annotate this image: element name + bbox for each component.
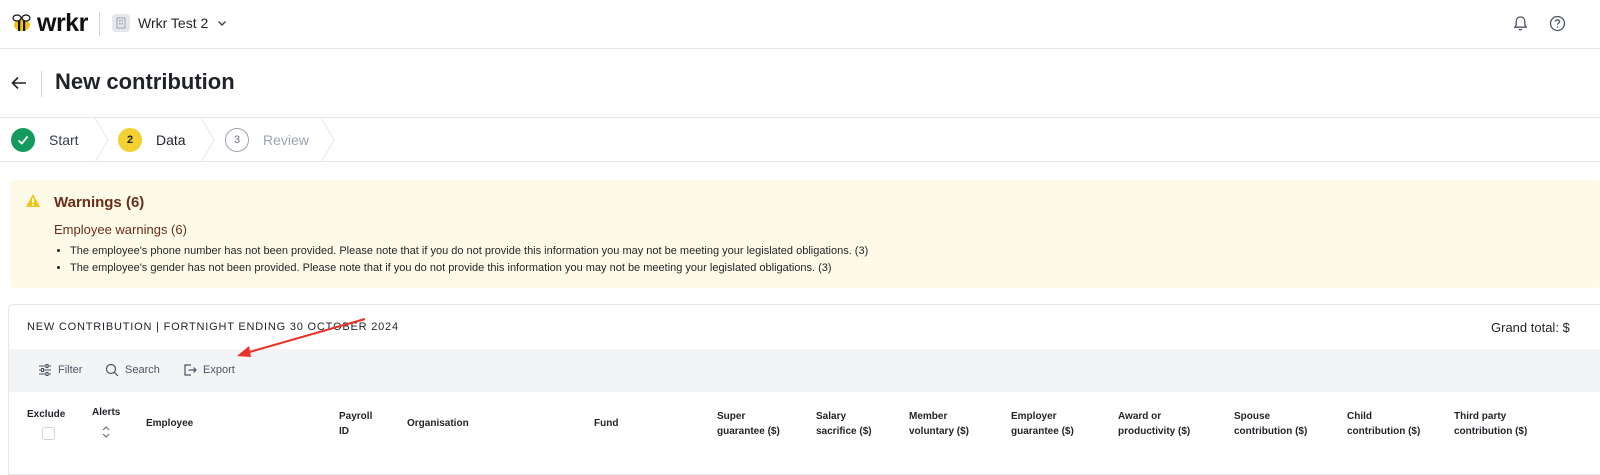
step-label: Start: [49, 132, 79, 148]
bell-icon[interactable]: [1512, 15, 1529, 32]
back-arrow-icon[interactable]: [10, 74, 28, 92]
header-line: Award or: [1118, 411, 1162, 422]
col-employer-guarantee[interactable]: Employer guarantee ($): [1011, 409, 1074, 439]
filter-button[interactable]: Filter: [38, 363, 82, 377]
page-header: New contribution: [0, 49, 1600, 118]
header-line: ID: [339, 426, 349, 437]
warning-item: The employee's gender has not been provi…: [70, 260, 868, 277]
step-label: Data: [156, 132, 186, 148]
header-line: Third party: [1454, 411, 1507, 422]
org-name: Wrkr Test 2: [138, 15, 209, 31]
col-child-contribution[interactable]: Child contribution ($): [1347, 409, 1420, 439]
step-separator: [200, 118, 215, 162]
org-switcher[interactable]: Wrkr Test 2: [112, 14, 228, 32]
divider: [99, 12, 100, 36]
step-start[interactable]: Start: [11, 118, 79, 162]
header-line: contribution ($): [1234, 426, 1308, 437]
col-organisation[interactable]: Organisation: [407, 416, 469, 431]
header-line: Payroll: [339, 411, 373, 422]
header-line: guarantee ($): [1011, 426, 1074, 437]
divider: [41, 71, 42, 97]
step-separator: [320, 118, 335, 162]
header-line: Member: [909, 411, 948, 422]
warnings-list: The employee's phone number has not been…: [70, 243, 868, 277]
contribution-card: NEW CONTRIBUTION | FORTNIGHT ENDING 30 O…: [8, 304, 1600, 475]
header-line: Spouse: [1234, 411, 1271, 422]
warnings-title: Warnings (6): [54, 194, 145, 211]
header-line: sacrifice ($): [816, 426, 872, 437]
header-line: Child: [1347, 411, 1372, 422]
col-member-voluntary[interactable]: Member voluntary ($): [909, 409, 969, 439]
search-button[interactable]: Search: [105, 363, 160, 377]
header-line: contribution ($): [1454, 426, 1528, 437]
header-line: Super: [717, 411, 746, 422]
page-title: New contribution: [55, 69, 235, 94]
step-review[interactable]: 3 Review: [225, 118, 309, 162]
bee-icon: [12, 14, 31, 31]
stepper: Start 2 Data 3 Review: [0, 118, 1600, 162]
col-alerts[interactable]: Alerts: [92, 405, 120, 420]
export-button[interactable]: Export: [183, 363, 235, 377]
header-line: productivity ($): [1118, 426, 1191, 437]
search-icon: [105, 363, 119, 377]
step-check-icon: [11, 128, 35, 152]
export-icon: [184, 364, 197, 376]
grand-total: Grand total: $: [1491, 320, 1570, 335]
header-line: voluntary ($): [909, 426, 970, 437]
table-toolbar: Filter Search Export: [9, 349, 1600, 392]
col-spouse-contribution[interactable]: Spouse contribution ($): [1234, 409, 1307, 439]
warnings-subtitle: Employee warnings (6): [54, 222, 187, 237]
col-award-productivity[interactable]: Award or productivity ($): [1118, 409, 1190, 439]
step-separator: [94, 118, 109, 162]
header-line: contribution ($): [1347, 426, 1421, 437]
col-salary-sacrifice[interactable]: Salary sacrifice ($): [816, 409, 872, 439]
help-icon[interactable]: [1549, 15, 1566, 32]
chevron-down-icon: [218, 21, 227, 26]
col-exclude[interactable]: Exclude: [27, 407, 65, 422]
export-label: Export: [203, 364, 235, 376]
col-fund[interactable]: Fund: [594, 416, 618, 431]
filter-label: Filter: [58, 364, 83, 376]
sort-icon[interactable]: [101, 424, 111, 440]
exclude-all-checkbox[interactable]: [42, 427, 55, 440]
logo-text: wrkr: [37, 9, 88, 37]
building-icon: [112, 14, 130, 32]
step-label: Review: [263, 132, 309, 148]
top-bar: wrkr Wrkr Test 2: [0, 0, 1600, 49]
col-third-party-contribution[interactable]: Third party contribution ($): [1454, 409, 1527, 439]
warning-item: The employee's phone number has not been…: [70, 243, 868, 260]
header-line: Salary: [816, 411, 847, 422]
filter-icon: [39, 364, 51, 376]
step-data[interactable]: 2 Data: [118, 118, 186, 162]
step-number: 3: [225, 128, 249, 152]
warning-icon: [26, 194, 40, 207]
step-number: 2: [118, 128, 142, 152]
col-super-guarantee[interactable]: Super guarantee ($): [717, 409, 780, 439]
header-line: guarantee ($): [717, 426, 780, 437]
search-label: Search: [125, 364, 160, 376]
card-title: NEW CONTRIBUTION | FORTNIGHT ENDING 30 O…: [27, 321, 399, 333]
header-line: Employer: [1011, 411, 1057, 422]
wrkr-logo[interactable]: wrkr: [11, 9, 88, 37]
warnings-panel: Warnings (6) Employee warnings (6) The e…: [10, 180, 1600, 288]
col-employee[interactable]: Employee: [146, 416, 193, 431]
col-payroll-id[interactable]: Payroll ID: [339, 409, 372, 439]
